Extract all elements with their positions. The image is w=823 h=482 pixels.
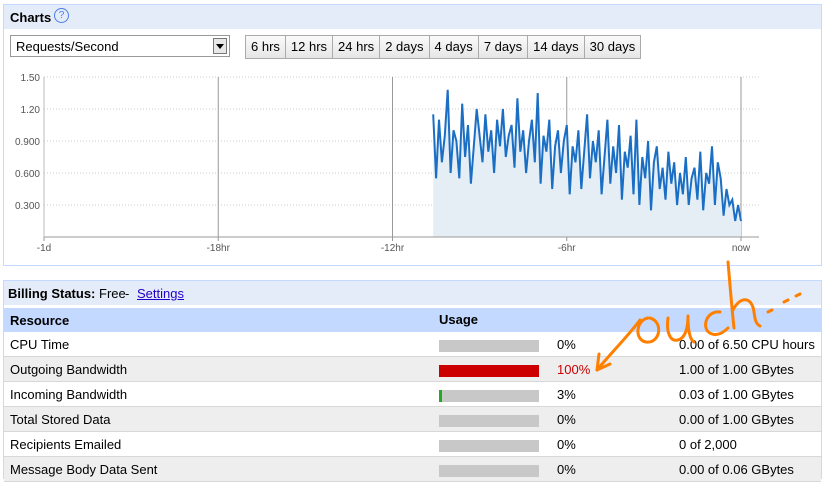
quota-row: Message Body Data Sent 0% 0.00 of 0.06 GBy…	[4, 457, 821, 482]
usage-bar	[439, 390, 539, 402]
x-tick-label: -18hr	[207, 243, 231, 254]
resource-name: Message Body Data Sent	[10, 462, 158, 477]
x-tick-label: -1d	[37, 243, 51, 254]
usage-percent: 100%	[557, 362, 591, 377]
usage-percent: 0%	[557, 337, 576, 352]
column-header-usage: Usage	[439, 312, 479, 327]
usage-amount: 0 of 2,000	[679, 437, 737, 452]
metric-select[interactable]: Requests/Second	[10, 35, 230, 57]
range-button-12hrs[interactable]: 12 hrs	[285, 36, 334, 58]
range-button-6hrs[interactable]: 6 hrs	[246, 36, 286, 58]
y-tick-label: 0.300	[15, 201, 40, 212]
range-button-14days[interactable]: 14 days	[528, 36, 585, 58]
charts-header: Charts ?	[4, 5, 821, 29]
usage-bar-fill	[439, 365, 539, 377]
billing-separator: -	[125, 286, 130, 301]
range-button-24hrs[interactable]: 24 hrs	[333, 36, 381, 58]
requests-chart: 1.50 1.20 0.900 0.600 0.300 -1d -18hr -12hr -6hr…	[15, 73, 759, 254]
usage-amount: 0.03 of 1.00 GBytes	[679, 387, 794, 402]
usage-bar	[439, 465, 539, 477]
y-tick-label: 1.50	[21, 73, 41, 84]
x-tick-label: -12hr	[381, 243, 405, 254]
quota-row: CPU Time 0% 0.00 of 6.50 CPU hours	[4, 332, 821, 357]
quota-row: Outgoing Bandwidth 100% 1.00 of 1.00 GByte…	[4, 357, 821, 382]
charts-panel: Charts ? Requests/Second 6 hrs 12 hrs 24…	[3, 4, 822, 266]
range-button-30days[interactable]: 30 days	[584, 36, 641, 58]
usage-bar	[439, 415, 539, 427]
usage-bar	[439, 340, 539, 352]
usage-bar	[439, 365, 539, 377]
help-icon[interactable]: ?	[54, 8, 69, 23]
quota-row: Total Stored Data 0% 0.00 of 1.00 GBytes	[4, 407, 821, 432]
usage-amount: 1.00 of 1.00 GBytes	[679, 362, 794, 377]
billing-panel: Billing Status: Free - Settings Resource…	[3, 280, 822, 482]
usage-percent: 0%	[557, 462, 576, 477]
resource-name: CPU Time	[10, 337, 70, 352]
quota-row: Recipients Emailed 0% 0 of 2,000	[4, 432, 821, 457]
chevron-down-icon[interactable]	[213, 38, 227, 54]
resource-name: Total Stored Data	[10, 412, 111, 427]
range-button-4days[interactable]: 4 days	[429, 36, 479, 58]
resource-name: Recipients Emailed	[10, 437, 122, 452]
x-tick-label: now	[732, 243, 751, 254]
usage-bar	[439, 440, 539, 452]
metric-select-value: Requests/Second	[16, 39, 119, 54]
y-tick-label: 1.20	[21, 105, 41, 116]
settings-link[interactable]: Settings	[137, 286, 184, 301]
billing-status-value: Free	[99, 286, 126, 301]
billing-status-label: Billing Status:	[8, 286, 96, 301]
usage-bar-fill	[439, 390, 442, 402]
charts-title: Charts	[10, 10, 52, 25]
usage-percent: 3%	[557, 387, 576, 402]
resource-name: Incoming Bandwidth	[10, 387, 128, 402]
y-tick-label: 0.900	[15, 137, 40, 148]
x-tick-label: -6hr	[558, 243, 576, 254]
range-button-7days[interactable]: 7 days	[478, 36, 529, 58]
series-area	[433, 89, 741, 237]
time-range-buttons: 6 hrs 12 hrs 24 hrs 2 days 4 days 7 days…	[245, 35, 642, 59]
billing-header: Billing Status: Free - Settings	[4, 281, 821, 305]
range-button-2days[interactable]: 2 days	[380, 36, 430, 58]
quota-row: Incoming Bandwidth 3% 0.03 of 1.00 GBytes	[4, 382, 821, 407]
usage-amount: 0.00 of 6.50 CPU hours	[679, 337, 815, 352]
column-header-resource: Resource	[10, 313, 70, 328]
quota-table-header: Resource Usage	[4, 308, 821, 332]
usage-percent: 0%	[557, 437, 576, 452]
usage-amount: 0.00 of 0.06 GBytes	[679, 462, 794, 477]
usage-amount: 0.00 of 1.00 GBytes	[679, 412, 794, 427]
usage-percent: 0%	[557, 412, 576, 427]
resource-name: Outgoing Bandwidth	[10, 362, 128, 377]
y-tick-label: 0.600	[15, 169, 40, 180]
